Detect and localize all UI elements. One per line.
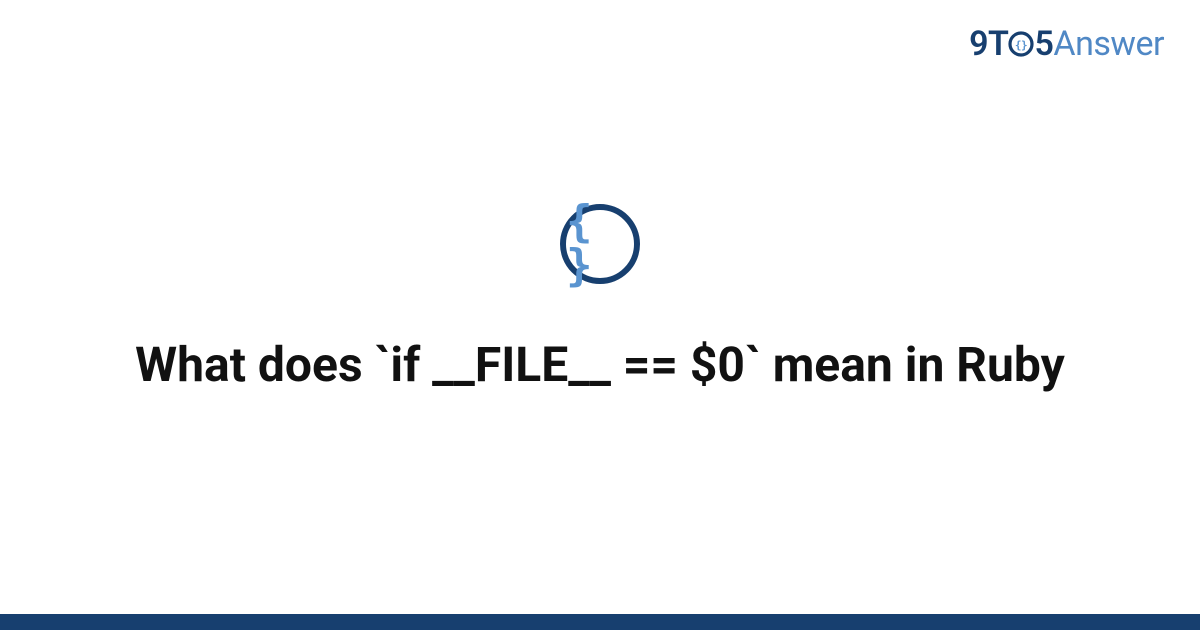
question-title: What does `if __FILE__ == $0` mean in Ru… bbox=[135, 334, 1065, 395]
category-icon-circle: { } bbox=[560, 204, 640, 284]
braces-icon: { } bbox=[566, 200, 634, 288]
main-content: { } What does `if __FILE__ == $0` mean i… bbox=[0, 0, 1200, 630]
bottom-accent-bar bbox=[0, 614, 1200, 630]
